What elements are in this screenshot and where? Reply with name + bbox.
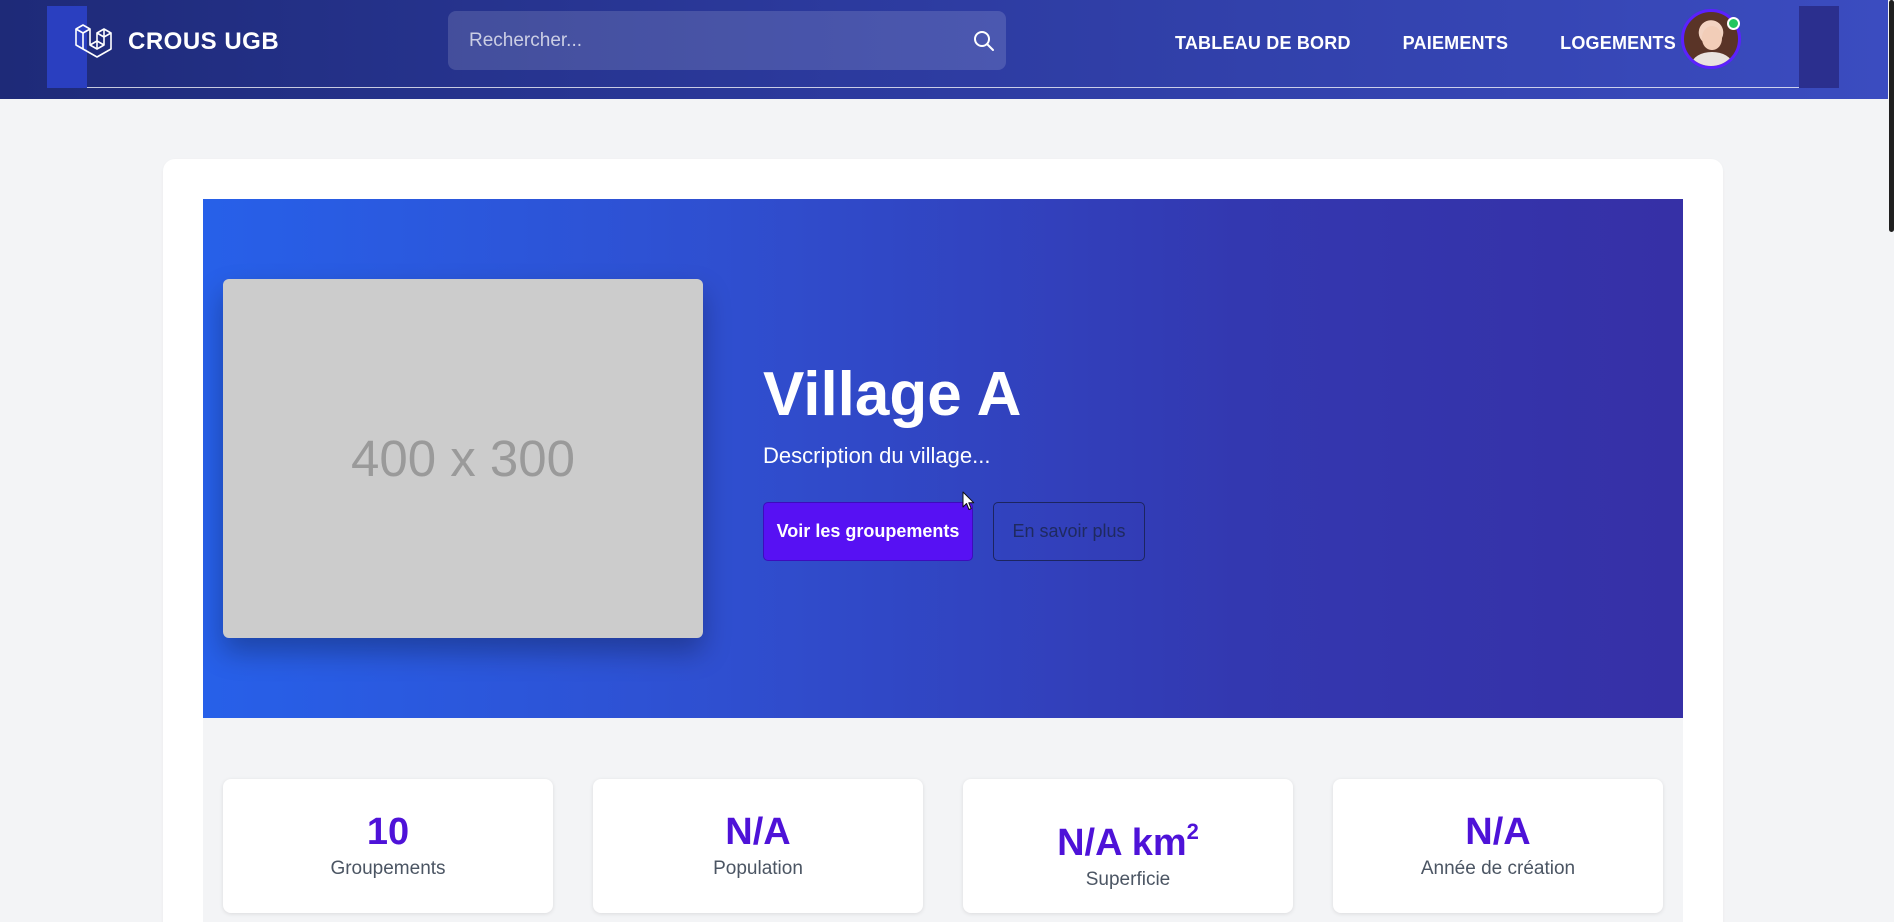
page-scrollbar[interactable] — [1888, 0, 1894, 922]
stat-card-groupements: 10 Groupements — [223, 779, 553, 913]
stat-label: Population — [713, 858, 803, 879]
stat-label: Année de création — [1420, 858, 1576, 879]
stat-card-population: N/A Population — [593, 779, 923, 913]
stat-value: N/A km2 — [963, 812, 1293, 863]
search-icon[interactable] — [972, 29, 996, 53]
search-input[interactable] — [448, 11, 1006, 70]
stat-card-annee-creation: N/A Année de création — [1333, 779, 1663, 913]
avatar-face — [1702, 26, 1722, 50]
brand-title: CROUS UGB — [128, 28, 280, 55]
navbar-right-strip — [1799, 6, 1839, 88]
voir-groupements-button[interactable]: Voir les groupements — [763, 502, 973, 561]
stat-label: Groupements — [330, 858, 446, 879]
en-savoir-plus-button[interactable]: En savoir plus — [993, 502, 1145, 561]
scrollbar-thumb[interactable] — [1889, 0, 1894, 232]
village-title: Village A — [763, 360, 1022, 429]
search-bar — [448, 11, 1006, 70]
village-image-placeholder: 400 x 300 — [223, 279, 703, 638]
top-navbar: CROUS UGB TABLEAU DE BORD PAIEMENTS LOGE… — [0, 0, 1888, 99]
online-status-dot — [1727, 17, 1740, 30]
stat-value: N/A — [1465, 811, 1531, 853]
main-nav: TABLEAU DE BORD PAIEMENTS LOGEMENTS — [1175, 33, 1676, 57]
nav-link-paiements[interactable]: PAIEMENTS — [1403, 33, 1508, 57]
laravel-logo-icon — [75, 24, 112, 58]
stat-value-text: N/A km — [1057, 822, 1187, 864]
nav-link-logements[interactable]: LOGEMENTS — [1560, 33, 1676, 57]
nav-link-tableau-de-bord[interactable]: TABLEAU DE BORD — [1175, 33, 1351, 57]
stat-value: 10 — [366, 811, 410, 853]
stat-card-superficie: N/A km2 Superficie — [963, 779, 1293, 913]
village-card: 400 x 300 Village A Description du villa… — [163, 159, 1723, 922]
mouse-cursor-icon — [962, 491, 975, 510]
stat-value-exponent: 2 — [1186, 819, 1199, 844]
stat-label: Superficie — [1085, 869, 1171, 890]
stats-section: 10 Groupements N/A Population N/A km2 Su… — [203, 718, 1683, 922]
brand-link[interactable]: CROUS UGB — [74, 24, 279, 60]
stat-value: N/A — [725, 811, 791, 853]
village-description: Description du village... — [763, 443, 991, 468]
hero-banner: 400 x 300 Village A Description du villa… — [203, 199, 1683, 718]
